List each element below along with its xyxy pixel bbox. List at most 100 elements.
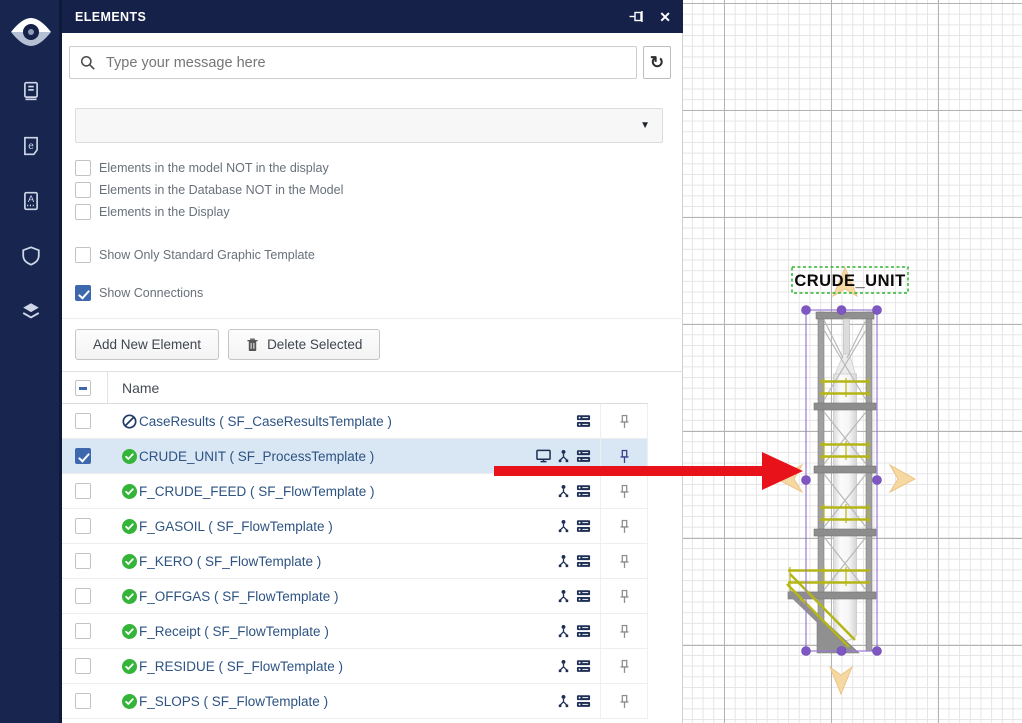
refresh-button[interactable]: ↻ xyxy=(643,46,671,79)
checkbox[interactable] xyxy=(75,285,91,301)
row-checkbox-cell[interactable] xyxy=(62,684,108,718)
row-type-icons xyxy=(508,414,600,428)
select-all-checkbox[interactable] xyxy=(75,379,91,396)
row-label: F_KERO ( SF_FlowTemplate ) xyxy=(139,553,322,569)
checkbox-row[interactable]: Elements in the Display xyxy=(75,201,343,223)
status-blocked-icon xyxy=(122,413,137,429)
table-row[interactable]: F_RESIDUE ( SF_FlowTemplate ) xyxy=(62,649,648,684)
row-name-cell[interactable]: F_Receipt ( SF_FlowTemplate ) xyxy=(108,623,508,639)
row-checkbox[interactable] xyxy=(75,518,91,534)
name-column-header[interactable]: Name xyxy=(108,380,508,396)
search-input[interactable] xyxy=(106,54,628,71)
pin-icon[interactable] xyxy=(619,414,630,429)
display-canvas[interactable]: CRUDE_UNIT xyxy=(683,0,1022,723)
row-name-cell[interactable]: F_KERO ( SF_FlowTemplate ) xyxy=(108,553,508,569)
pin-icon[interactable] xyxy=(619,659,630,674)
row-label: F_RESIDUE ( SF_FlowTemplate ) xyxy=(139,658,344,674)
row-checkbox-cell[interactable] xyxy=(62,614,108,648)
row-checkbox[interactable] xyxy=(75,693,91,709)
row-checkbox[interactable] xyxy=(75,483,91,499)
row-pin-cell[interactable] xyxy=(600,544,648,578)
row-name-cell[interactable]: CaseResults ( SF_CaseResultsTemplate ) xyxy=(108,414,508,429)
template-dropdown[interactable]: ▼ xyxy=(75,108,663,143)
element-label[interactable]: CRUDE_UNIT xyxy=(791,266,909,294)
element-table: Name CaseResults ( SF_CaseResultsTemplat… xyxy=(62,371,683,723)
row-checkbox-cell[interactable] xyxy=(62,544,108,578)
layers-icon[interactable] xyxy=(20,300,42,322)
row-name-cell[interactable]: F_CRUDE_FEED ( SF_FlowTemplate ) xyxy=(108,483,508,499)
checkbox-label: Show Connections xyxy=(99,286,204,300)
row-type-icons xyxy=(508,554,600,568)
connections-icon xyxy=(557,589,570,603)
row-checkbox-cell[interactable] xyxy=(62,404,108,438)
row-checkbox-cell[interactable] xyxy=(62,439,108,473)
pin-panel-icon[interactable] xyxy=(629,10,645,23)
table-row[interactable]: CaseResults ( SF_CaseResultsTemplate ) xyxy=(62,404,648,439)
row-checkbox[interactable] xyxy=(75,588,91,604)
pin-icon[interactable] xyxy=(619,694,630,709)
row-name-cell[interactable]: F_OFFGAS ( SF_FlowTemplate ) xyxy=(108,588,508,604)
table-row[interactable]: F_GASOIL ( SF_FlowTemplate ) xyxy=(62,509,648,544)
close-panel-icon[interactable]: ✕ xyxy=(659,10,671,24)
search-icon xyxy=(80,55,95,70)
flow-arrow-right xyxy=(888,463,917,494)
svg-text:e: e xyxy=(28,141,34,152)
pin-icon[interactable] xyxy=(619,589,630,604)
delete-selected-button[interactable]: Delete Selected xyxy=(228,329,381,360)
row-checkbox[interactable] xyxy=(75,553,91,569)
row-type-icons xyxy=(508,659,600,673)
svg-text:A: A xyxy=(28,194,35,205)
table-row[interactable]: F_SLOPS ( SF_FlowTemplate ) xyxy=(62,684,648,719)
row-pin-cell[interactable] xyxy=(600,684,648,718)
row-type-icons xyxy=(508,589,600,603)
row-checkbox-cell[interactable] xyxy=(62,649,108,683)
row-name-cell[interactable]: F_RESIDUE ( SF_FlowTemplate ) xyxy=(108,658,508,674)
connections-icon xyxy=(557,659,570,673)
search-box[interactable] xyxy=(69,46,637,79)
row-checkbox-cell[interactable] xyxy=(62,579,108,613)
row-checkbox-cell[interactable] xyxy=(62,474,108,508)
row-checkbox[interactable] xyxy=(75,448,91,464)
row-checkbox-cell[interactable] xyxy=(62,509,108,543)
pin-icon[interactable] xyxy=(619,519,630,534)
chevron-down-icon: ▼ xyxy=(640,120,650,131)
row-checkbox[interactable] xyxy=(75,413,91,429)
checkbox[interactable] xyxy=(75,160,91,176)
option-checkbox-group: Show Only Standard Graphic Template Show… xyxy=(75,244,315,304)
checkbox[interactable] xyxy=(75,204,91,220)
row-pin-cell[interactable] xyxy=(600,509,648,543)
row-pin-cell[interactable] xyxy=(600,649,648,683)
checkbox-label: Elements in the Display xyxy=(99,205,230,219)
checkbox-row[interactable]: Elements in the Database NOT in the Mode… xyxy=(75,179,343,201)
table-row[interactable]: F_Receipt ( SF_FlowTemplate ) xyxy=(62,614,648,649)
status-ok-icon xyxy=(122,623,137,639)
row-pin-cell[interactable] xyxy=(600,614,648,648)
document-report-icon[interactable]: A xyxy=(20,190,42,212)
shield-icon[interactable] xyxy=(20,245,42,267)
row-name-cell[interactable]: F_GASOIL ( SF_FlowTemplate ) xyxy=(108,518,508,534)
row-checkbox[interactable] xyxy=(75,658,91,674)
row-name-cell[interactable]: CRUDE_UNIT ( SF_ProcessTemplate ) xyxy=(108,448,508,464)
document-e-icon[interactable]: e xyxy=(20,135,42,157)
row-pin-cell[interactable] xyxy=(600,579,648,613)
checkbox-row[interactable]: Show Connections xyxy=(75,282,315,304)
pin-icon[interactable] xyxy=(619,624,630,639)
row-name-cell[interactable]: F_SLOPS ( SF_FlowTemplate ) xyxy=(108,693,508,709)
connections-icon xyxy=(557,519,570,533)
table-row[interactable]: F_KERO ( SF_FlowTemplate ) xyxy=(62,544,648,579)
checkbox[interactable] xyxy=(75,182,91,198)
element-table-header: Name xyxy=(62,372,648,404)
book-icon[interactable] xyxy=(20,80,42,102)
row-pin-cell[interactable] xyxy=(600,404,648,438)
pin-icon[interactable] xyxy=(619,554,630,569)
checkbox-row[interactable]: Show Only Standard Graphic Template xyxy=(75,244,315,266)
table-row[interactable]: F_OFFGAS ( SF_FlowTemplate ) xyxy=(62,579,648,614)
checkbox-label: Elements in the model NOT in the display xyxy=(99,161,329,175)
checkbox-label: Show Only Standard Graphic Template xyxy=(99,248,315,262)
checkbox[interactable] xyxy=(75,247,91,263)
row-checkbox[interactable] xyxy=(75,623,91,639)
eye-logo[interactable] xyxy=(9,12,53,52)
select-all-cell[interactable] xyxy=(62,372,108,403)
add-new-element-button[interactable]: Add New Element xyxy=(75,329,220,360)
checkbox-row[interactable]: Elements in the model NOT in the display xyxy=(75,157,343,179)
